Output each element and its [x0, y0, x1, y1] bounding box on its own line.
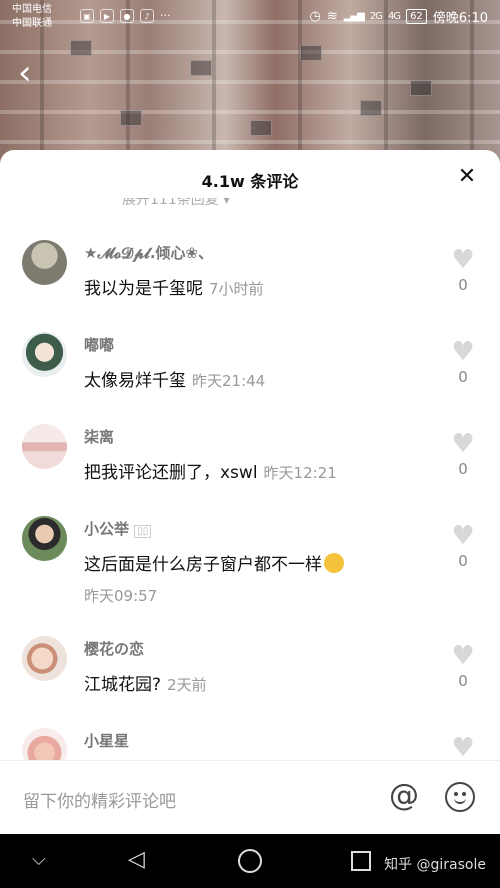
avatar[interactable]: [22, 636, 67, 681]
comment-time: 昨天12:21: [263, 464, 337, 482]
like-count: 0: [458, 672, 468, 690]
like-button[interactable]: ♥: [448, 735, 478, 761]
nav-back-icon[interactable]: ◁: [128, 848, 145, 872]
comment-count-title: 4.1w 条评论: [201, 172, 299, 191]
comment-text: 把我评论还删了，xswl 昨天12:21: [84, 458, 337, 483]
comment-username[interactable]: 樱花の恋: [84, 638, 144, 659]
comment-text: 我以为是千玺呢 7小时前: [84, 274, 264, 299]
building-window: [410, 80, 432, 96]
network-label: 4G: [387, 11, 401, 22]
comment-username[interactable]: 柒离: [84, 426, 114, 447]
back-arrow-icon[interactable]: ‹: [18, 56, 44, 90]
notification-icons: ▣ ▶ ● ♪ ···: [80, 9, 171, 23]
like-button[interactable]: ♥ 0: [448, 247, 478, 294]
status-right: ◷ ≋ ▂▄▆ 2G 4G 62 傍晚6:10: [309, 7, 488, 26]
building-window: [360, 100, 382, 116]
comment-item: 小公举 ▯▯ 这后面是什么房子窗户都不一样 昨天09:57 ♥ 0: [0, 512, 500, 632]
comment-time: 昨天09:57: [84, 587, 158, 605]
comment-item: 柒离 把我评论还删了，xswl 昨天12:21 ♥ 0: [0, 420, 500, 512]
avatar[interactable]: [22, 424, 67, 469]
like-count: 0: [458, 276, 468, 294]
nav-recent-icon[interactable]: [351, 851, 371, 871]
comment-username[interactable]: ★𝓜𝓸𝓓𝓹𝓵.倾心❀、: [84, 242, 213, 263]
building-window: [70, 40, 92, 56]
building-window: [250, 120, 272, 136]
comment-username-text: 小公举: [84, 520, 130, 538]
comment-username[interactable]: 小公举 ▯▯: [84, 518, 152, 539]
heart-icon[interactable]: ♥: [450, 643, 476, 669]
app-notification-icon: ▶: [100, 9, 114, 23]
like-count: 0: [458, 552, 468, 570]
battery-indicator: 62: [406, 9, 427, 24]
like-button[interactable]: ♥ 0: [448, 339, 478, 386]
heart-icon[interactable]: ♥: [450, 339, 476, 365]
like-count: 0: [458, 460, 468, 478]
status-bar: 中国电信 中国联通 ▣ ▶ ● ♪ ··· ◷ ≋ ▂▄▆ 2G 4G 62 傍…: [0, 0, 500, 36]
comment-body: 这后面是什么房子窗户都不一样: [84, 555, 322, 575]
avatar[interactable]: [22, 516, 67, 561]
comment-body: 我以为是千玺呢: [84, 279, 203, 299]
clock: 傍晚6:10: [432, 11, 488, 26]
heart-icon[interactable]: ♥: [450, 431, 476, 457]
building-window: [120, 110, 142, 126]
comment-item: ★𝓜𝓸𝓓𝓹𝓵.倾心❀、 我以为是千玺呢 7小时前 ♥ 0: [0, 236, 500, 328]
system-nav-bar: ⌵ ◁ 知乎 @girasole: [0, 834, 500, 888]
heart-icon[interactable]: ♥: [450, 735, 476, 761]
comment-list: ★𝓜𝓸𝓓𝓹𝓵.倾心❀、 我以为是千玺呢 7小时前 ♥ 0 嘟嘟 太像易烊千玺 昨天2…: [0, 236, 500, 816]
comment-time: 7小时前: [209, 280, 264, 298]
comment-sheet: 4.1w 条评论 ✕ 展开111条回复 ▾ ★𝓜𝓸𝓓𝓹𝓵.倾心❀、 我以为是千玺…: [0, 150, 500, 834]
emoji-mouth: [454, 797, 466, 804]
wifi-icon: ≋: [326, 9, 338, 24]
comment-input[interactable]: 留下你的精彩评论吧: [23, 787, 176, 812]
like-button[interactable]: ♥ 0: [448, 431, 478, 478]
alarm-icon: ◷: [309, 9, 321, 24]
like-count: 0: [458, 368, 468, 386]
comment-item: 嘟嘟 太像易烊千玺 昨天21:44 ♥ 0: [0, 328, 500, 420]
tiktok-icon: ♪: [140, 9, 154, 23]
comment-time: 2天前: [167, 676, 207, 694]
expand-replies-link[interactable]: 展开111条回复 ▾: [122, 198, 230, 212]
at-mention-icon[interactable]: @: [389, 781, 419, 811]
comment-username[interactable]: 小星星: [84, 730, 129, 751]
like-button[interactable]: ♥ 0: [448, 643, 478, 690]
comment-text: 这后面是什么房子窗户都不一样: [84, 550, 344, 575]
watermark: 知乎 @girasole: [384, 857, 486, 873]
dizzy-emoji-icon: [324, 553, 344, 573]
sheet-header: 4.1w 条评论 ✕: [0, 150, 500, 208]
avatar[interactable]: [22, 332, 67, 377]
carrier-2: 中国联通: [12, 18, 52, 29]
comment-text: 太像易烊千玺 昨天21:44: [84, 366, 265, 391]
like-button[interactable]: ♥ 0: [448, 523, 478, 570]
emoji-icon[interactable]: [445, 782, 475, 812]
comment-username[interactable]: 嘟嘟: [84, 334, 114, 355]
comment-body: 太像易烊千玺: [84, 371, 186, 391]
app-notification-icon: ●: [120, 9, 134, 23]
nav-home-icon[interactable]: [238, 849, 262, 873]
badge-icon: ▯▯: [134, 525, 152, 538]
hide-nav-icon[interactable]: ⌵: [32, 848, 46, 872]
carrier-1: 中国电信: [12, 4, 52, 15]
heart-icon[interactable]: ♥: [450, 523, 476, 549]
comment-body: 江城花园?: [84, 675, 162, 695]
comment-time: 昨天21:44: [192, 372, 266, 390]
close-icon[interactable]: ✕: [456, 166, 478, 188]
comment-item: 樱花の恋 江城花园? 2天前 ♥ 0: [0, 632, 500, 724]
signal-icon: ▂▄▆: [343, 11, 365, 22]
heart-icon[interactable]: ♥: [450, 247, 476, 273]
app-notification-icon: ▣: [80, 9, 94, 23]
avatar[interactable]: [22, 240, 67, 285]
comment-text: 江城花园? 2天前: [84, 670, 207, 695]
comment-input-bar: 留下你的精彩评论吧 @: [0, 760, 500, 834]
more-icon: ···: [160, 9, 171, 22]
network-2-label: 2G: [369, 11, 383, 22]
comment-body: 把我评论还删了，xswl: [84, 463, 258, 483]
building-window: [300, 45, 322, 61]
carrier-info: 中国电信 中国联通: [12, 3, 52, 31]
building-window: [190, 60, 212, 76]
